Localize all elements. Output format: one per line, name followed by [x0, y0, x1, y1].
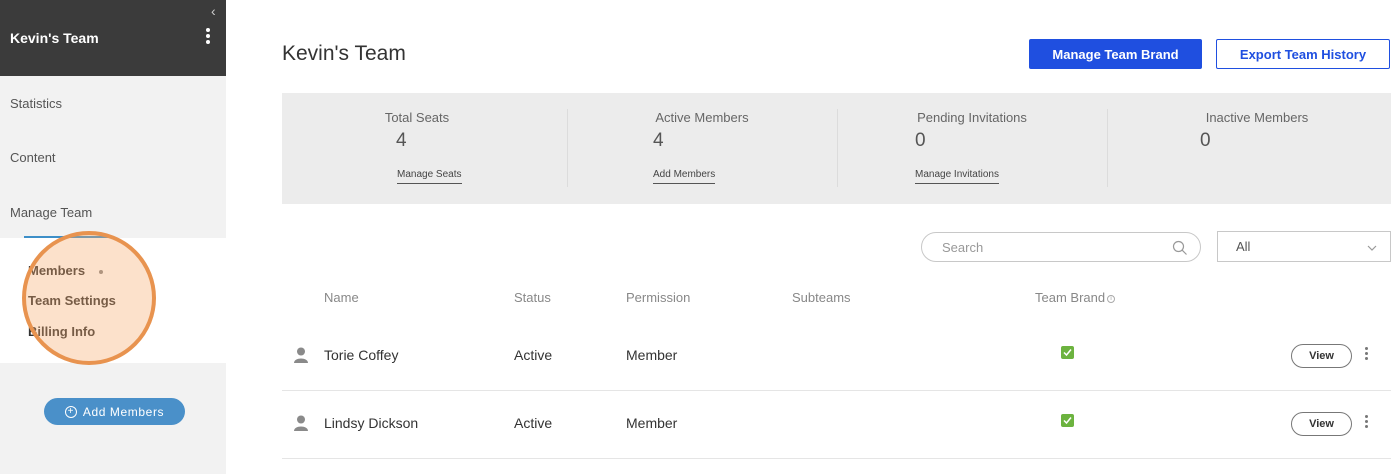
- checkbox-checked-icon[interactable]: [1061, 346, 1074, 359]
- stat-value: 0: [915, 130, 926, 151]
- checkbox-checked-icon[interactable]: [1061, 414, 1074, 427]
- info-icon[interactable]: i: [1107, 294, 1116, 303]
- member-status: Active: [514, 415, 553, 431]
- subnav-item-team-settings[interactable]: Team Settings: [28, 293, 116, 308]
- stats-panel: Total Seats 4 Manage Seats Active Member…: [282, 93, 1391, 204]
- status-filter-select[interactable]: All: [1217, 231, 1391, 262]
- stat-pending-invitations: Pending Invitations 0 Manage Invitations: [837, 93, 1107, 204]
- sidebar-header: ‹ Kevin's Team: [0, 0, 226, 76]
- stat-inactive-members: Inactive Members 0: [1122, 93, 1392, 204]
- manage-seats-link[interactable]: Manage Seats: [397, 169, 462, 184]
- stat-value: 0: [1200, 130, 1211, 151]
- view-button[interactable]: View: [1291, 344, 1352, 368]
- table-row: Lindsy Dickson Active Member View: [282, 391, 1391, 459]
- stat-label: Active Members: [655, 110, 749, 125]
- add-members-label: Add Members: [82, 404, 165, 419]
- search-box: [921, 232, 1201, 262]
- stat-label: Inactive Members: [1205, 110, 1309, 125]
- stat-label: Total Seats: [384, 110, 450, 125]
- table-row: Torie Coffey Active Member View: [282, 323, 1391, 391]
- sidebar-item-statistics[interactable]: Statistics: [10, 96, 62, 111]
- subnav-item-members[interactable]: Members: [28, 263, 104, 278]
- chevron-down-icon: [1367, 245, 1377, 251]
- plus-circle-icon: +: [64, 405, 77, 418]
- stat-active-members: Active Members 4 Add Members: [567, 93, 837, 204]
- sidebar-item-manage-team[interactable]: Manage Team: [10, 205, 92, 220]
- divider: [1107, 109, 1108, 187]
- chevron-left-icon[interactable]: ‹: [211, 4, 216, 18]
- column-header-subteams[interactable]: Subteams: [792, 290, 851, 305]
- page-title: Kevin's Team: [282, 42, 406, 65]
- column-header-permission[interactable]: Permission: [626, 290, 690, 305]
- kebab-menu-icon[interactable]: [200, 26, 216, 50]
- team-name: Kevin's Team: [10, 30, 99, 46]
- member-name: Torie Coffey: [324, 347, 399, 363]
- user-icon: [294, 415, 308, 431]
- user-icon: [294, 347, 308, 363]
- stat-total-seats: Total Seats 4 Manage Seats: [282, 93, 552, 204]
- column-header-status[interactable]: Status: [514, 290, 551, 305]
- search-input[interactable]: [942, 233, 1162, 261]
- manage-team-brand-button[interactable]: Manage Team Brand: [1029, 39, 1202, 69]
- manage-invitations-link[interactable]: Manage Invitations: [915, 169, 999, 184]
- active-dot-icon: [99, 269, 104, 274]
- sidebar-subnav: Members Team Settings Billing Info: [0, 238, 226, 363]
- kebab-menu-icon[interactable]: [1363, 413, 1369, 433]
- column-header-name[interactable]: Name: [324, 290, 359, 305]
- view-button[interactable]: View: [1291, 412, 1352, 436]
- member-permission: Member: [626, 415, 678, 431]
- select-value: All: [1236, 239, 1251, 254]
- stat-value: 4: [396, 130, 407, 151]
- subnav-item-members-label: Members: [28, 263, 86, 278]
- app: ‹ Kevin's Team Statistics Content Manage…: [0, 0, 1400, 474]
- row-divider: [282, 458, 1391, 459]
- member-name: Lindsy Dickson: [324, 415, 419, 431]
- sidebar-item-content[interactable]: Content: [10, 150, 56, 165]
- add-members-link[interactable]: Add Members: [653, 169, 716, 184]
- column-header-team-brand[interactable]: Team Brand i: [1035, 290, 1116, 305]
- search-icon[interactable]: [1172, 240, 1188, 256]
- member-status: Active: [514, 347, 553, 363]
- sidebar: ‹ Kevin's Team Statistics Content Manage…: [0, 0, 226, 474]
- subnav-item-billing-info[interactable]: Billing Info: [28, 324, 95, 339]
- stat-label: Pending Invitations: [917, 110, 1027, 125]
- kebab-menu-icon[interactable]: [1363, 345, 1369, 365]
- member-permission: Member: [626, 347, 678, 363]
- export-team-history-button[interactable]: Export Team History: [1216, 39, 1390, 69]
- stat-value: 4: [653, 130, 664, 151]
- team-brand-label: Team Brand: [1035, 290, 1106, 305]
- add-members-button[interactable]: + Add Members: [44, 398, 185, 425]
